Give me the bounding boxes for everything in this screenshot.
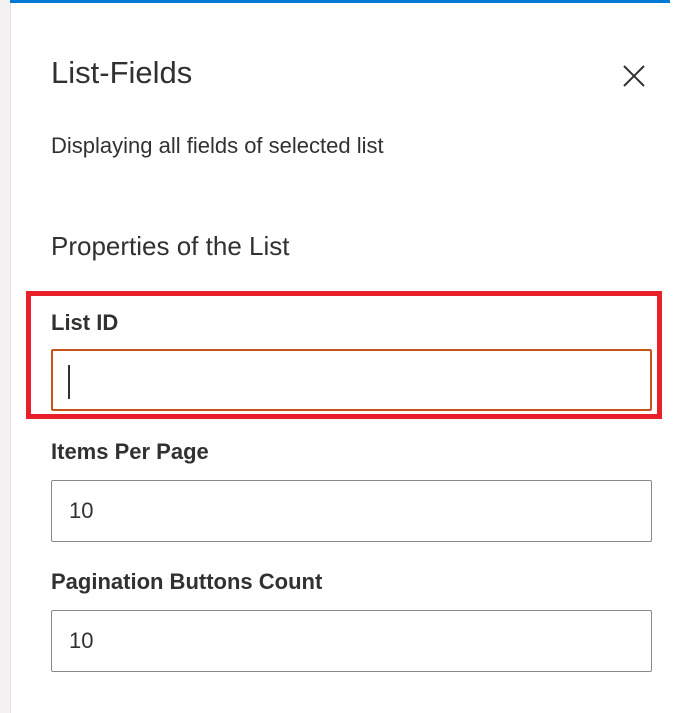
list-fields-panel: List-Fields Displaying all fields of sel… [11,3,681,713]
panel-title: List-Fields [51,55,193,90]
pagination-buttons-count-label: Pagination Buttons Count [51,569,323,594]
background-page-edge [0,0,11,713]
panel-description: Displaying all fields of selected list [51,133,384,158]
close-icon [623,65,645,87]
close-button[interactable] [619,61,649,91]
items-per-page-label: Items Per Page [51,439,209,464]
list-id-input[interactable] [51,349,652,411]
pagination-buttons-count-input[interactable] [51,610,652,672]
items-per-page-input[interactable] [51,480,652,542]
page: List-Fields Displaying all fields of sel… [0,0,681,713]
text-caret [68,365,70,399]
properties-group-title: Properties of the List [51,231,290,261]
list-id-label: List ID [51,310,119,335]
